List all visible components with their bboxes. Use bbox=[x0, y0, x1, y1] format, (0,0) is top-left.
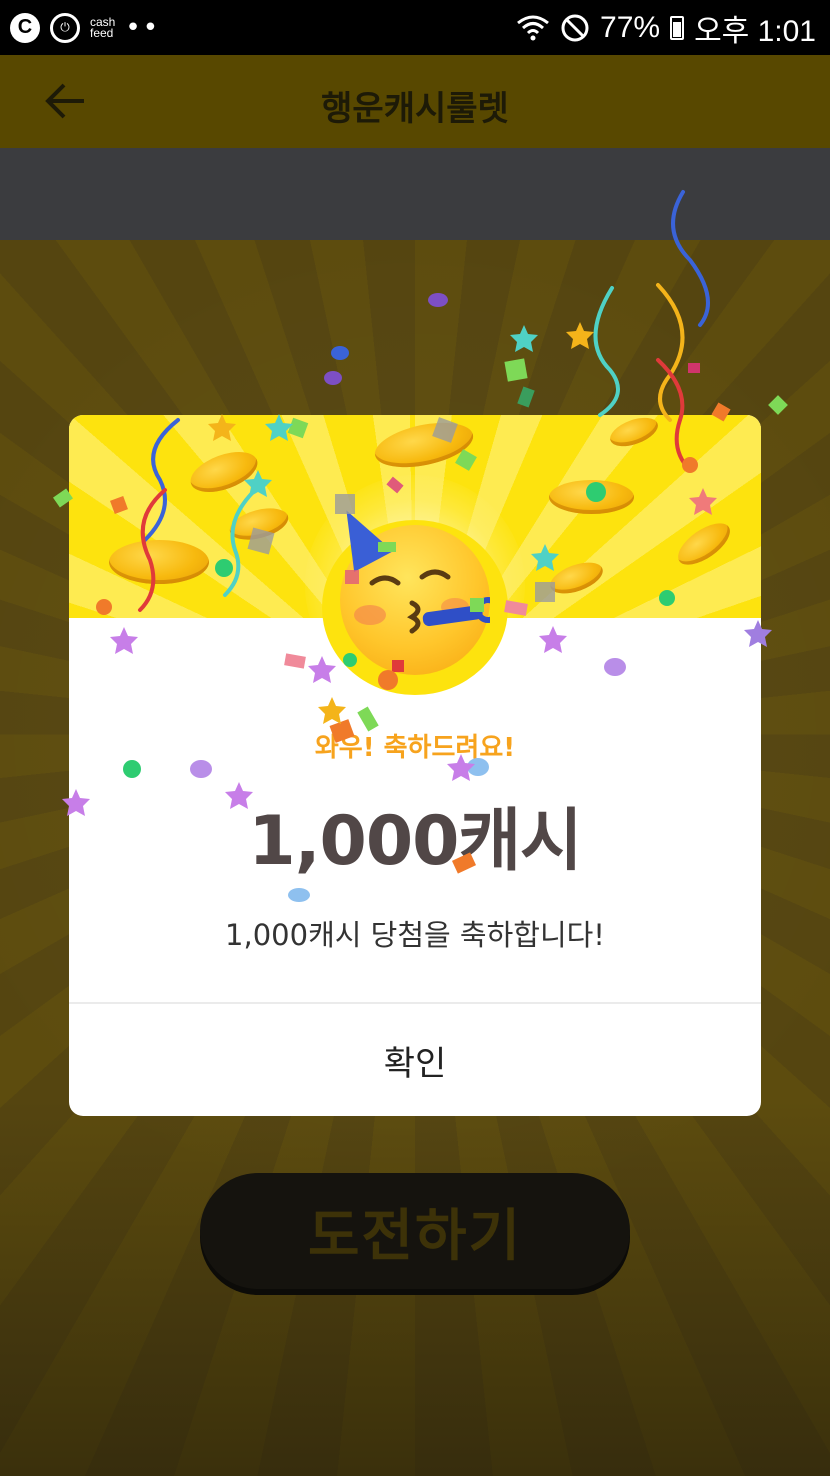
confirm-button[interactable]: 확인 bbox=[69, 1004, 761, 1116]
wifi-icon bbox=[517, 15, 549, 40]
reward-amount: 1,000캐시 bbox=[248, 802, 582, 881]
challenge-button-label: 도전하기 bbox=[307, 1203, 523, 1269]
coin-icon bbox=[109, 540, 209, 584]
sub-header-band bbox=[0, 148, 830, 240]
cashfeed-logo: cash feed bbox=[90, 14, 116, 40]
more-notifications-dots: •• bbox=[125, 12, 161, 43]
notification-app-icon: C bbox=[10, 12, 40, 43]
congrats-text: 와우! 축하드려요! bbox=[314, 733, 516, 763]
battery-percent: 77% bbox=[600, 10, 661, 44]
challenge-button[interactable]: 도전하기 bbox=[200, 1173, 630, 1289]
page-title: 행운캐시룰렛 bbox=[321, 89, 509, 129]
reward-dialog: 와우! 축하드려요! 1,000캐시 1,000캐시 당첨을 축하합니다! 확인 bbox=[69, 415, 761, 1116]
app-bar: 행운캐시룰렛 bbox=[0, 55, 830, 148]
reward-message: 1,000캐시 당첨을 축하합니다! bbox=[225, 918, 605, 952]
do-not-disturb-icon bbox=[561, 14, 589, 41]
clock: 오후 1:01 bbox=[694, 14, 816, 48]
power-ring-icon: ⏻ bbox=[50, 12, 80, 43]
status-bar: C ⏻ cash feed •• 77% 오후 1:01 bbox=[0, 0, 830, 55]
confirm-button-label: 확인 bbox=[383, 1043, 447, 1084]
battery-icon bbox=[670, 15, 685, 40]
coin-icon bbox=[549, 480, 634, 514]
